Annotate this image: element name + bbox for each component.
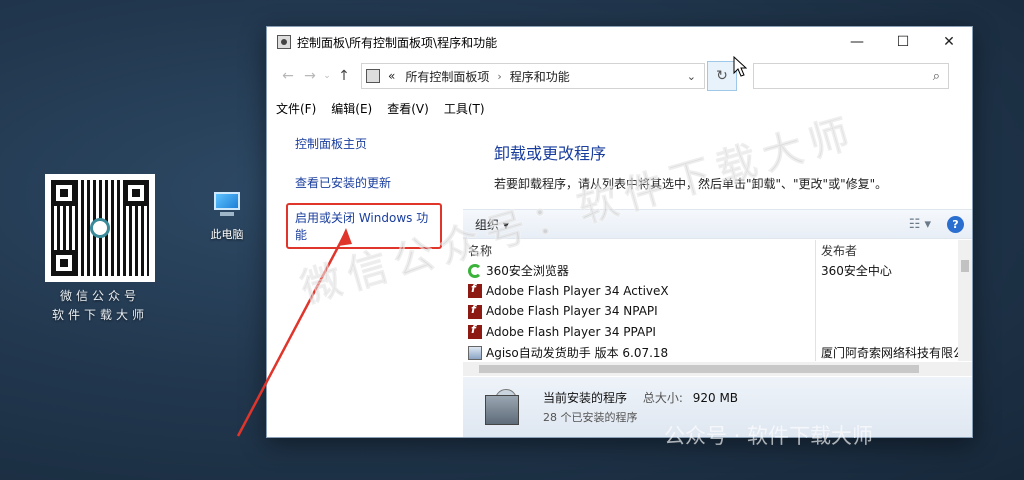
- program-publisher: [815, 301, 972, 322]
- program-name: 360安全浏览器: [486, 263, 569, 278]
- qr-logo: [90, 218, 110, 238]
- control-panel-icon: [277, 35, 291, 49]
- program-publisher: 360安全中心: [815, 260, 972, 281]
- control-panel-icon: [366, 69, 380, 83]
- qr-finder-bottom-left: [51, 250, 77, 276]
- history-dropdown-icon[interactable]: ⌄: [321, 71, 333, 81]
- maximize-button[interactable]: ☐: [880, 27, 926, 57]
- menu-file[interactable]: 文件(F): [276, 100, 316, 117]
- table-row[interactable]: 360安全浏览器 360安全中心: [463, 260, 972, 281]
- page-title: 卸载或更改程序: [494, 144, 607, 163]
- program-publisher: 厦门阿奇索网络科技有限公: [815, 342, 972, 361]
- up-arrow-icon[interactable]: ↑: [333, 68, 355, 84]
- back-arrow-icon[interactable]: ←: [277, 68, 299, 84]
- breadcrumb-all-items[interactable]: 所有控制面板项: [405, 68, 489, 85]
- programs-and-features-window: 控制面板\所有控制面板项\程序和功能 — ☐ ✕ ← → ⌄ ↑ « 所有控制面…: [266, 26, 973, 438]
- monitor-stand: [220, 212, 234, 216]
- sidebar-link-control-panel-home[interactable]: 控制面板主页: [295, 135, 463, 152]
- scrollbar-thumb[interactable]: [479, 365, 919, 373]
- flash-icon: [468, 303, 482, 319]
- sidebar-link-installed-updates[interactable]: 查看已安装的更新: [295, 174, 463, 191]
- program-name: Adobe Flash Player 34 ActiveX: [486, 283, 669, 298]
- row-name-cell: Adobe Flash Player 34 PPAPI: [463, 323, 815, 339]
- table-row[interactable]: Adobe Flash Player 34 NPAPI: [463, 301, 972, 322]
- flash-icon: [468, 323, 482, 339]
- status-line-1: 当前安装的程序 总大小: 920 MB: [543, 389, 738, 406]
- main-panel: 卸载或更改程序 若要卸载程序，请从列表中将其选中，然后单击"卸载"、"更改"或"…: [463, 121, 972, 437]
- list-header: 名称 发布者: [463, 240, 972, 260]
- qr-code-image: [45, 174, 155, 282]
- qr-finder-top-left: [51, 180, 77, 206]
- address-bar[interactable]: « 所有控制面板项 › 程序和功能 ⌄: [361, 63, 705, 89]
- program-publisher: [815, 280, 972, 301]
- status-label: 当前安装的程序: [543, 391, 628, 405]
- address-dropdown-icon[interactable]: ⌄: [687, 70, 696, 83]
- vertical-scrollbar[interactable]: [958, 240, 972, 361]
- title-bar[interactable]: 控制面板\所有控制面板项\程序和功能 — ☐ ✕: [267, 27, 972, 57]
- total-size-value: 920 MB: [692, 391, 739, 405]
- forward-arrow-icon[interactable]: →: [299, 68, 321, 84]
- table-row[interactable]: Adobe Flash Player 34 PPAPI: [463, 321, 972, 342]
- 360-browser-icon: [468, 264, 482, 279]
- program-publisher: [815, 321, 972, 342]
- box-icon: [485, 395, 519, 425]
- column-header-name[interactable]: 名称: [463, 242, 815, 259]
- row-name-cell: Adobe Flash Player 34 NPAPI: [463, 303, 815, 319]
- bottom-watermark: 公众号 · 软件下载大师: [664, 424, 874, 448]
- table-row[interactable]: Adobe Flash Player 34 ActiveX: [463, 280, 972, 301]
- agiso-icon: [468, 346, 482, 361]
- breadcrumb-programs[interactable]: 程序和功能: [510, 68, 570, 85]
- this-pc-label[interactable]: 此电脑: [198, 226, 256, 242]
- program-name: Adobe Flash Player 34 PPAPI: [486, 324, 656, 339]
- qr-caption-line-2: 软件下载大师: [51, 308, 148, 322]
- sidebar-link-windows-features[interactable]: 启用或关闭 Windows 功能: [286, 203, 442, 249]
- qr-code-pattern: [51, 180, 149, 276]
- search-input[interactable]: ⌕: [753, 63, 949, 89]
- organize-button[interactable]: 组织 ▾: [475, 216, 509, 233]
- help-icon[interactable]: ?: [947, 215, 964, 233]
- menu-edit[interactable]: 编辑(E): [331, 100, 372, 117]
- table-row[interactable]: Agiso自动发货助手 版本 6.07.18 厦门阿奇索网络科技有限公: [463, 342, 972, 361]
- qr-caption-line-1: 微信公众号: [59, 289, 140, 303]
- minimize-button[interactable]: —: [834, 27, 880, 57]
- page-description: 若要卸载程序，请从列表中将其选中，然后单击"卸载"、"更改"或"修复"。: [494, 177, 888, 191]
- this-pc-icon[interactable]: [210, 190, 244, 220]
- column-header-publisher[interactable]: 发布者: [815, 240, 972, 260]
- menu-tools[interactable]: 工具(T): [444, 100, 485, 117]
- mouse-cursor-icon: [733, 56, 747, 77]
- program-name: Adobe Flash Player 34 NPAPI: [486, 304, 658, 318]
- sidebar: 控制面板主页 查看已安装的更新 启用或关闭 Windows 功能: [267, 121, 463, 437]
- breadcrumb-separator: ›: [497, 69, 502, 83]
- total-size-label: 总大小:: [642, 391, 683, 405]
- scrollbar-thumb[interactable]: [961, 260, 969, 272]
- row-name-cell: Adobe Flash Player 34 ActiveX: [463, 282, 815, 298]
- qr-finder-top-right: [123, 180, 149, 206]
- window-title: 控制面板\所有控制面板项\程序和功能: [297, 35, 498, 50]
- program-name: Agiso自动发货助手 版本 6.07.18: [486, 345, 669, 360]
- menu-view[interactable]: 查看(V): [387, 100, 429, 117]
- content-area: 控制面板主页 查看已安装的更新 启用或关闭 Windows 功能 卸载或更改程序…: [267, 121, 972, 437]
- row-name-cell: Agiso自动发货助手 版本 6.07.18: [463, 344, 815, 361]
- navigation-bar: ← → ⌄ ↑ « 所有控制面板项 › 程序和功能 ⌄ ↻ ⌕: [267, 57, 972, 95]
- list-toolbar: 组织 ▾ ☷ ▾ ?: [463, 209, 972, 239]
- cursor-shape: [733, 56, 747, 77]
- menu-bar: 文件(F) 编辑(E) 查看(V) 工具(T): [267, 95, 972, 121]
- view-options-button[interactable]: ☷ ▾: [909, 217, 931, 232]
- address-overflow[interactable]: «: [388, 69, 395, 83]
- flash-icon: [468, 282, 482, 298]
- installer-box-icon: [485, 387, 525, 427]
- program-list: 名称 发布者 360安全浏览器 360安全中心 Adobe Flash Play…: [463, 240, 972, 361]
- close-button[interactable]: ✕: [926, 27, 972, 57]
- monitor-icon: [214, 192, 240, 210]
- horizontal-scrollbar[interactable]: [463, 362, 972, 376]
- search-icon: ⌕: [932, 68, 940, 84]
- row-name-cell: 360安全浏览器: [463, 262, 815, 279]
